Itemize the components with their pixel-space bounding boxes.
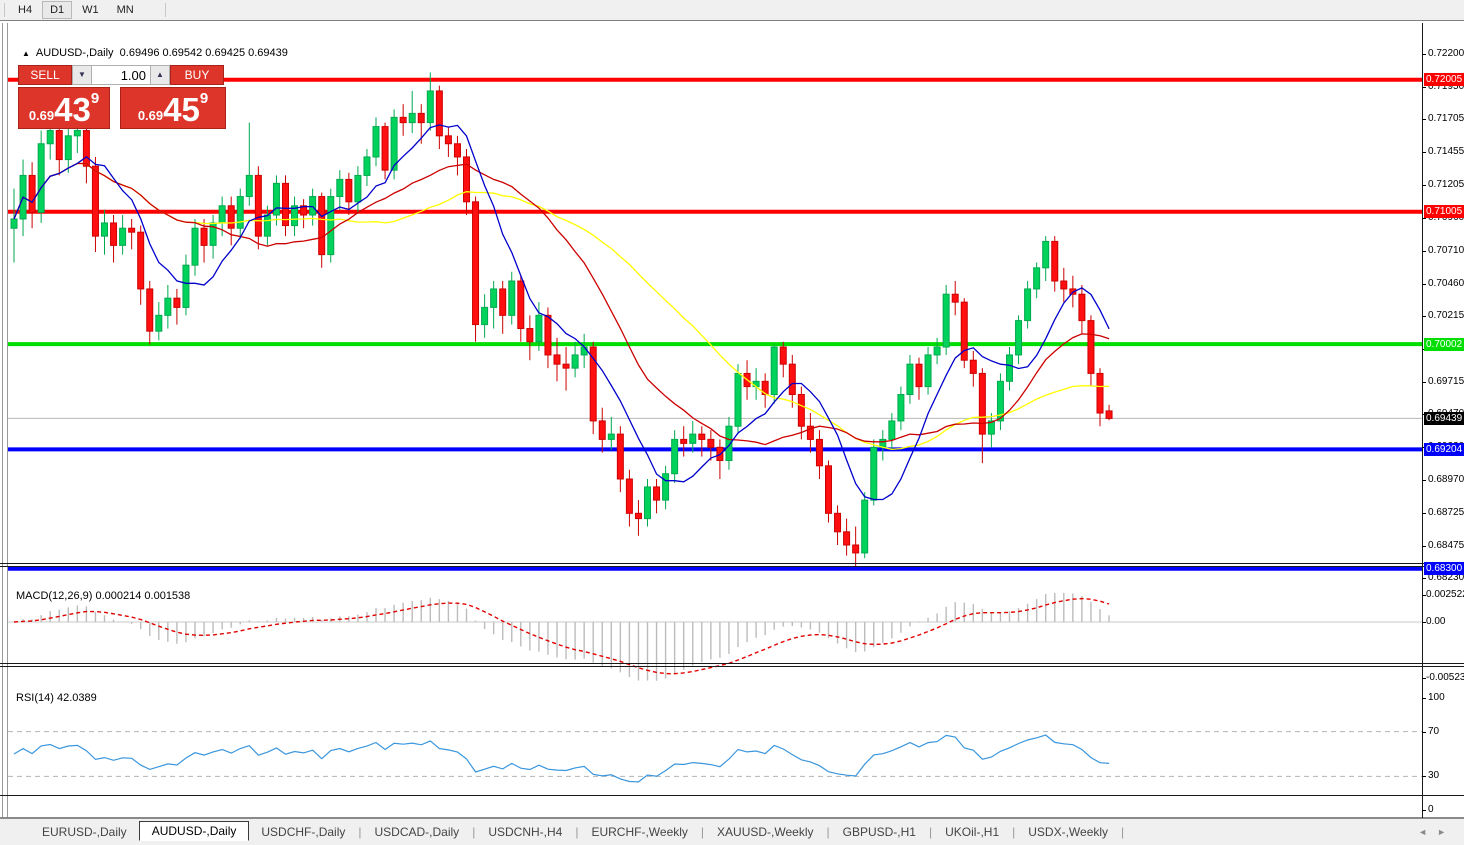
sell-button[interactable]: SELL [18, 65, 72, 85]
pane-splitter-mid2 [0, 666, 1464, 667]
rsi-tick-label: 0 [1428, 804, 1434, 815]
toolbar-indent [4, 3, 5, 17]
rsi-label: RSI(14) 42.0389 [16, 692, 97, 704]
pane-splitter-mid[interactable] [0, 663, 1464, 664]
macd-tick-label: 0.002522 [1426, 589, 1464, 600]
chart-tab-usdx[interactable]: USDX-,Weekly [1016, 823, 1120, 841]
timeframe-button-d1[interactable]: D1 [42, 1, 72, 19]
chart-tab-audusd[interactable]: AUDUSD-,Daily [139, 821, 250, 841]
level-price-badge: 0.68300 [1424, 562, 1464, 575]
chart-tab-eurusd[interactable]: EURUSD-,Daily [30, 823, 139, 841]
ask-price-big: 45 [163, 95, 200, 125]
pane-splitter-top2 [0, 566, 1464, 567]
level-price-badge: 0.71005 [1424, 205, 1464, 218]
price-tick [1422, 119, 1426, 120]
macd-indicator-pane[interactable] [8, 586, 1422, 682]
tab-scroll-left-icon[interactable]: ◄ [1418, 827, 1437, 837]
volume-decrease-button[interactable]: ▼ [72, 65, 92, 85]
price-tick [1422, 513, 1426, 514]
bid-price-prefix: 0.69 [29, 108, 54, 123]
timeframe-toolbar: H4D1W1MN [0, 0, 1464, 21]
timeframe-button-h4[interactable]: H4 [10, 1, 40, 19]
price-tick-label: 0.71705 [1428, 113, 1464, 124]
rsi-tick-label: 70 [1428, 726, 1439, 737]
rsi-tick-label: 100 [1428, 692, 1445, 703]
price-tick [1422, 382, 1426, 383]
chart-tab-usdcad[interactable]: USDCAD-,Daily [363, 823, 472, 841]
rsi-tick [1422, 732, 1426, 733]
timeframe-button-w1[interactable]: W1 [74, 1, 107, 19]
rsi-tick [1422, 776, 1426, 777]
chart-tab-gbpusd[interactable]: GBPUSD-,H1 [831, 823, 928, 841]
current-price-badge: 0.69439 [1424, 412, 1464, 425]
price-tick-label: 0.70460 [1428, 278, 1464, 289]
frame-left-inner [7, 23, 8, 819]
price-tick [1422, 152, 1426, 153]
chart-window: ▲AUDUSD-,Daily 0.69496 0.69542 0.69425 0… [0, 20, 1464, 819]
price-tick-label: 0.71205 [1428, 179, 1464, 190]
chart-tab-ukoil[interactable]: UKOil-,H1 [933, 823, 1011, 841]
macd-tick-label: -0.005234 [1426, 672, 1464, 683]
chart-tab-usdcnh[interactable]: USDCNH-,H4 [476, 823, 574, 841]
chart-tab-usdchf[interactable]: USDCHF-,Daily [249, 823, 357, 841]
price-tick-label: 0.72200 [1428, 48, 1464, 59]
price-tick-label: 0.68475 [1428, 540, 1464, 551]
volume-input[interactable] [92, 65, 150, 85]
toolbar-separator [165, 3, 166, 17]
tab-scroll-right-icon[interactable]: ► [1437, 827, 1456, 837]
rsi-tick [1422, 810, 1426, 811]
level-price-badge: 0.69204 [1424, 443, 1464, 456]
price-tick-label: 0.70710 [1428, 245, 1464, 256]
price-tick [1422, 185, 1426, 186]
price-tick [1422, 87, 1426, 88]
rsi-tick [1422, 698, 1426, 699]
one-click-trade-panel: SELL ▼ ▲ BUY 0.69439 0.69459 [18, 65, 226, 129]
price-tick [1422, 251, 1426, 252]
price-tick-label: 0.69715 [1428, 376, 1464, 387]
chart-tab-xauusd[interactable]: XAUUSD-,Weekly [705, 823, 825, 841]
rsi-tick-label: 30 [1428, 770, 1439, 781]
price-tick [1422, 54, 1426, 55]
volume-increase-button[interactable]: ▲ [150, 65, 170, 85]
tab-separator: | [1120, 825, 1125, 839]
chart-tab-bar: EURUSD-,DailyAUDUSD-,DailyUSDCHF-,Daily |… [0, 818, 1464, 845]
pane-splitter-top[interactable] [0, 563, 1464, 564]
price-tick [1422, 316, 1426, 317]
bid-price-display[interactable]: 0.69439 [18, 87, 110, 129]
bid-price-pip: 9 [91, 90, 99, 107]
price-tick-label: 0.68725 [1428, 507, 1464, 518]
bid-price-big: 43 [54, 95, 91, 125]
price-tick [1422, 480, 1426, 481]
macd-tick-label: 0.00 [1426, 616, 1445, 627]
ask-price-pip: 9 [200, 90, 208, 107]
macd-label: MACD(12,26,9) 0.000214 0.001538 [16, 590, 190, 602]
chart-tab-eurchf[interactable]: EURCHF-,Weekly [579, 823, 699, 841]
price-tick [1422, 284, 1426, 285]
price-tick [1422, 546, 1426, 547]
level-price-badge: 0.70002 [1424, 338, 1464, 351]
price-tick-label: 0.71455 [1428, 146, 1464, 157]
price-tick-label: 0.68970 [1428, 474, 1464, 485]
ask-price-display[interactable]: 0.69459 [120, 87, 226, 129]
price-tick [1422, 218, 1426, 219]
level-price-badge: 0.72005 [1424, 73, 1464, 86]
ask-price-prefix: 0.69 [138, 108, 163, 123]
price-tick-label: 0.70215 [1428, 310, 1464, 321]
x-axis-border [0, 795, 1464, 796]
trading-platform-window: H4D1W1MN ▲AUDUSD-,Daily 0.69496 0.69542 … [0, 0, 1464, 845]
buy-button[interactable]: BUY [170, 65, 224, 85]
timeframe-button-mn[interactable]: MN [109, 1, 142, 19]
frame-left-outer [2, 23, 3, 819]
price-tick [1422, 578, 1426, 579]
